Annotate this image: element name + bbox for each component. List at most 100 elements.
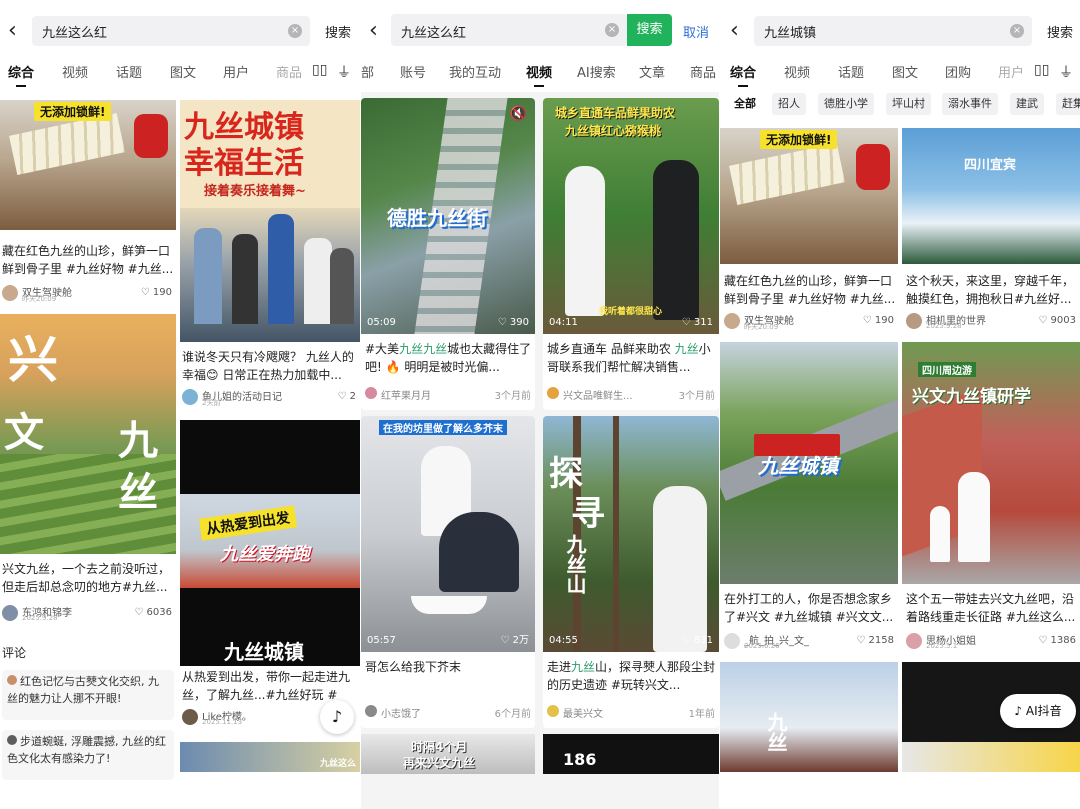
chip-recruit[interactable]: 招人	[772, 93, 806, 115]
video-card[interactable]: 在我的坊里做了解么多芥末 05:57 ♡ 2万 哥怎么给我下芥末 小志饿了 6个…	[361, 416, 535, 728]
avatar	[182, 709, 198, 725]
back-arrow-icon[interactable]: ‹	[369, 20, 385, 44]
caption-part: #大美	[365, 342, 400, 356]
tab-video[interactable]: 视频	[62, 62, 88, 81]
chip-all[interactable]: 全部	[728, 93, 762, 115]
like-count[interactable]: ♡ 190	[863, 315, 894, 326]
video-likes: ♡ 2万	[500, 635, 529, 646]
tab-comprehensive[interactable]: 综合	[8, 62, 34, 87]
search-button[interactable]: 搜索	[627, 14, 672, 46]
overlay-big-char: 寻	[571, 494, 605, 534]
tab-my-interactions[interactable]: 我的互动	[449, 62, 501, 81]
result-card-partial[interactable]: 九丝	[720, 662, 898, 772]
caption-highlight: 九丝	[571, 660, 596, 674]
overlay-title: 在我的坊里做了解么多芥末	[379, 420, 507, 435]
result-card-partial[interactable]: 九丝这么	[180, 742, 360, 772]
result-card[interactable]: 九丝城镇 幸福生活 接着奏乐接着舞~ 谁说冬天只有冷飕飕？ 九丝人的幸福😊 日常…	[180, 100, 360, 412]
like-count[interactable]: ♡ 9003	[1038, 315, 1076, 326]
panel-search-2: ‹ 九丝这么红 × 搜索 取消 部 账号 我的互动 视频 AI搜索 文章 商品 …	[361, 0, 719, 809]
tab-topic[interactable]: 话题	[116, 62, 142, 81]
post-time: 1年前	[688, 709, 715, 720]
card-caption: 从热爱到出发，带你一起走进九丝，了解九丝...#九丝好玩 #九...	[182, 670, 351, 702]
result-card[interactable]: 从热爱到出发 九丝爱奔跑 九丝城镇 从热爱到出发，带你一起走进九丝，了解九丝..…	[180, 420, 360, 738]
ai-douyin-button[interactable]: ♪ AI抖音	[1000, 694, 1076, 728]
search-input[interactable]: 九丝这么红 ×	[32, 16, 310, 46]
clear-icon[interactable]: ×	[288, 24, 302, 38]
tab-group-buy[interactable]: 团购	[945, 62, 971, 81]
tiktok-logo-icon[interactable]: ♪	[320, 700, 354, 734]
result-card[interactable]: 四川宜宾 这个秋天，来这里，穿越千年，触摸红色，拥抱秋日#九丝好... 相机里的…	[902, 128, 1080, 334]
chip-desheng-school[interactable]: 德胜小学	[818, 93, 874, 115]
tab-image-text[interactable]: 图文	[170, 62, 196, 81]
tab-user[interactable]: 用户	[223, 62, 249, 81]
card-thumbnail: 从热爱到出发 九丝爱奔跑 九丝城镇	[180, 420, 360, 666]
video-card[interactable]: 德胜九丝街 🔇 05:09 ♡ 390 #大美九丝九丝城也太藏得住了吧! 🔥 明…	[361, 98, 535, 410]
result-card[interactable]: 无添加锁鲜! 藏在红色九丝的山珍，鲜笋一口鲜到骨子里 #九丝好物 #九丝... …	[0, 100, 176, 310]
search-input[interactable]: 九丝城镇 ×	[754, 16, 1032, 46]
filter-icon[interactable]: ⏚	[337, 62, 351, 82]
card-meta: 鱼儿姐的活动日记 2天前 ♡ 2	[182, 388, 356, 407]
like-count[interactable]: ♡ 1386	[1038, 635, 1076, 646]
overlay-big-char: 丝	[118, 469, 158, 516]
video-card-partial[interactable]: 时隔4个月 再来兴文九丝	[361, 734, 535, 774]
tab-goods[interactable]: 商品	[690, 62, 716, 81]
clear-icon[interactable]: ×	[1010, 24, 1024, 38]
tab-video[interactable]: 视频	[526, 62, 552, 87]
video-card-partial[interactable]: 186	[543, 734, 719, 774]
search-button[interactable]: 搜索	[1047, 22, 1073, 41]
like-count[interactable]: ♡ 6036	[134, 607, 172, 618]
post-time: 3个月前	[678, 391, 715, 402]
back-arrow-icon[interactable]: ‹	[730, 20, 746, 44]
overlay-tag: 四川周边游	[918, 362, 976, 377]
tab-comprehensive[interactable]: 综合	[730, 62, 756, 87]
tab-partial[interactable]: 部	[361, 62, 374, 81]
chip-drowning[interactable]: 溺水事件	[942, 93, 998, 115]
video-card[interactable]: 城乡直通车品鲜果助农 九丝镇红心猕猴桃 我听着都很甜心 04:11 ♡ 311 …	[543, 98, 719, 410]
like-count-value: 190	[874, 315, 894, 326]
result-card[interactable]: 无添加锁鲜! 藏在红色九丝的山珍，鲜笋一口鲜到骨子里 #九丝好物 #九丝... …	[720, 128, 898, 334]
video-likes: ♡ 390	[497, 317, 529, 328]
like-count[interactable]: ♡ 2	[337, 391, 356, 402]
like-count[interactable]: ♡ 190	[141, 287, 172, 298]
tab-video[interactable]: 视频	[784, 62, 810, 81]
result-card[interactable]: 兴 文 九 丝 兴文九丝，一个去之前没听过，但走后却总念叨的地方#九丝... 东…	[0, 314, 176, 634]
result-card[interactable]: 九丝城镇 在外打工的人，你是否想念家乡了#兴文 #九丝城镇 #兴文文... _航…	[720, 342, 898, 656]
chip-market[interactable]: 赶集	[1056, 93, 1080, 115]
filter-icon[interactable]: ⏚	[1059, 62, 1073, 82]
tab-image-text[interactable]: 图文	[892, 62, 918, 81]
result-card[interactable]: 四川周边游 兴文九丝镇研学 这个五一带娃去兴文九丝吧，沿着路线重走长征路 #九丝…	[902, 342, 1080, 656]
card-meta: 红苹果月月 3个月前	[365, 384, 531, 402]
avatar	[724, 313, 740, 329]
search-button[interactable]: 搜索	[325, 22, 351, 41]
comment-item[interactable]: 步道蜿蜒, 浮雕震撼, 九丝的红色文化太有感染力了!	[2, 730, 174, 780]
cancel-button[interactable]: 取消	[683, 22, 709, 41]
back-arrow-icon[interactable]: ‹	[8, 20, 24, 44]
comment-item[interactable]: 红色记忆与古僰文化交织, 九丝的魅力让人挪不开眼!	[2, 670, 174, 720]
card-thumbnail: 四川周边游 兴文九丝镇研学	[902, 342, 1080, 584]
tab-ai-search[interactable]: AI搜索	[577, 62, 616, 81]
tab-account[interactable]: 账号	[400, 62, 426, 81]
post-date: 2025.9.28	[22, 614, 58, 622]
like-count-value: 2158	[868, 635, 894, 646]
chip-jianwu[interactable]: 建武	[1010, 93, 1044, 115]
video-card[interactable]: 探 寻 九丝山 04:55 ♡ 831 走进九丝山，探寻僰人那段尘封的历史遗迹 …	[543, 416, 719, 728]
layout-toggle-icon[interactable]: ▯▯	[312, 62, 327, 78]
asparagus-shape	[729, 143, 845, 205]
card-meta: 最美兴文 1年前	[547, 702, 715, 720]
like-count[interactable]: ♡ 2158	[856, 635, 894, 646]
tab-user[interactable]: 用户	[998, 62, 1024, 81]
author-name: 小志饿了	[381, 709, 421, 720]
card-thumbnail: 四川宜宾	[902, 128, 1080, 264]
comments-section: 评论 红色记忆与古僰文化交织, 九丝的魅力让人挪不开眼! 步道蜿蜒, 浮雕震撼,…	[0, 640, 176, 809]
layout-toggle-icon[interactable]: ▯▯	[1034, 62, 1049, 78]
tab-article[interactable]: 文章	[639, 62, 665, 81]
clear-icon[interactable]: ×	[605, 23, 619, 37]
tab-bar: 部 账号 我的互动 视频 AI搜索 文章 商品	[361, 62, 719, 87]
mute-icon[interactable]: 🔇	[510, 106, 527, 122]
chip-pingshan-village[interactable]: 坪山村	[886, 93, 931, 115]
tab-topic[interactable]: 话题	[838, 62, 864, 81]
card-caption: 藏在红色九丝的山珍，鲜笋一口鲜到骨子里 #九丝好物 #九丝...	[2, 244, 174, 276]
tab-goods[interactable]: 商品	[276, 62, 302, 81]
search-input[interactable]: 九丝这么红 ×	[391, 14, 627, 46]
avatar	[2, 285, 18, 301]
